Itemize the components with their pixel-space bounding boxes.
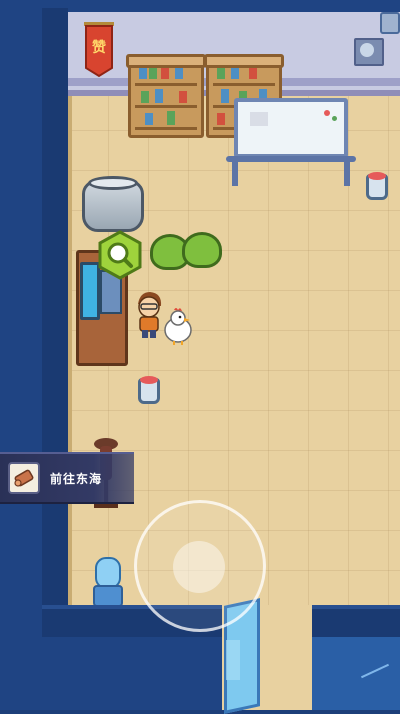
green-cushion-right[interactable]: [182, 232, 222, 268]
floor-edge: [68, 90, 72, 610]
whiteboard[interactable]: [234, 98, 348, 158]
banner-decoration: 赞: [82, 22, 116, 78]
magnifier-icon: [98, 230, 142, 280]
adjacent-room: [312, 633, 400, 710]
glass-door-reflection: [226, 640, 240, 680]
interact-button[interactable]: [94, 230, 146, 282]
map-scroll-icon: [14, 469, 34, 487]
chicken-icon: [164, 308, 192, 345]
trash-bin-upper-lid: [368, 172, 386, 180]
corner-cabinet-icon: [380, 12, 400, 34]
water-cooler[interactable]: [92, 556, 124, 608]
whiteboard-leg-left: [232, 158, 238, 186]
chicken-pet[interactable]: [160, 306, 194, 346]
bottom-wall-right: [312, 605, 400, 637]
cooking-pot-rim: [88, 176, 138, 190]
left-wall: [42, 8, 68, 618]
travel-prompt-label[interactable]: 前往东海: [50, 470, 130, 487]
bookshelf-right-top: [204, 54, 284, 68]
banner-glyph: 赞: [91, 39, 106, 56]
whiteboard-stand: [226, 156, 356, 162]
wall-portrait-face: [360, 43, 374, 57]
whiteboard-leg-right: [344, 158, 350, 186]
bookshelf-left[interactable]: [128, 56, 204, 138]
travel-prompt-icon-box[interactable]: [8, 462, 40, 494]
joystick-knob[interactable]: [173, 541, 225, 593]
trash-bin-lower-lid: [140, 376, 158, 384]
bookshelf-left-top: [126, 54, 206, 68]
thumbs-up-banner-icon: 赞: [84, 22, 114, 78]
water-bottle-icon: [93, 557, 123, 607]
